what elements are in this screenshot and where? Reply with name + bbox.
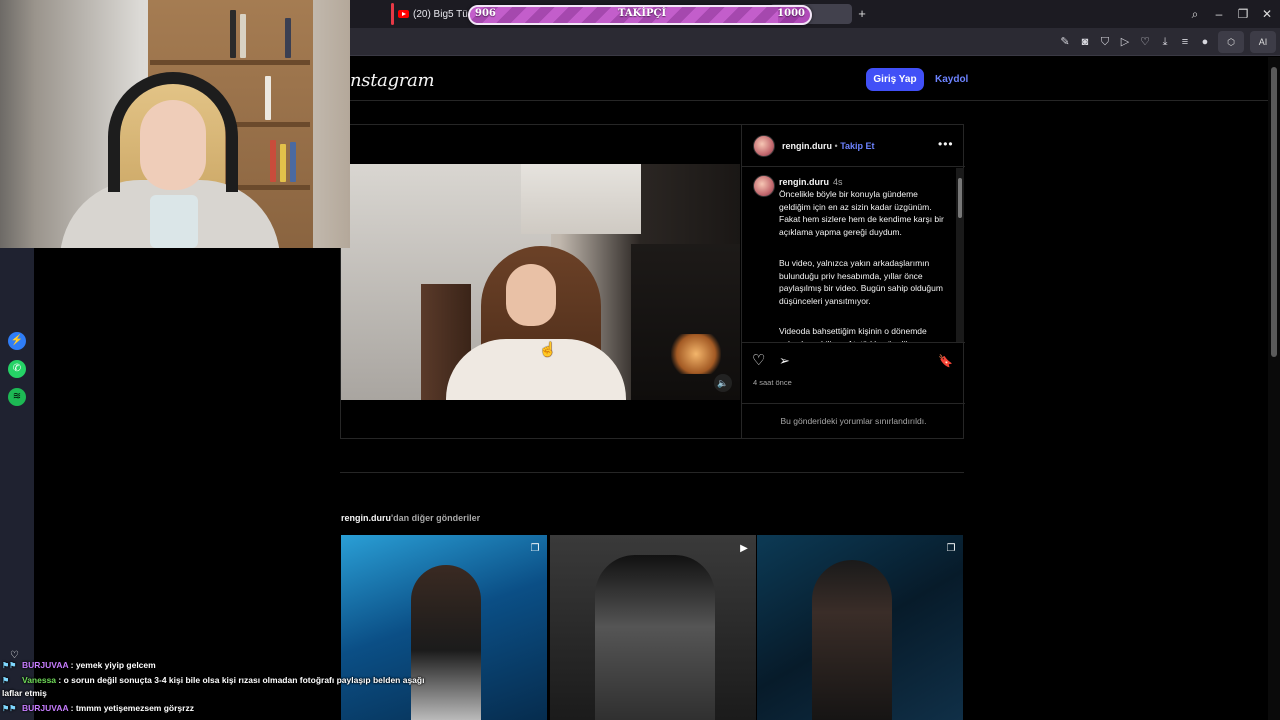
post-thumbnail[interactable]: ❐	[757, 535, 963, 720]
post-card: 🔈 ☝ rengin.duru • Takip Et ••• rengin.du…	[340, 124, 965, 439]
post-timestamp: 4 saat önce	[753, 378, 792, 387]
chat-text: : o sorun değil sonuçta 3-4 kişi bile ol…	[2, 675, 425, 698]
heart-icon[interactable]: ♡	[1138, 35, 1152, 49]
play-icon[interactable]: ▷	[1118, 35, 1132, 49]
ai-button[interactable]: AI	[1250, 31, 1276, 53]
download-icon[interactable]: ⤓	[1158, 35, 1172, 49]
thumbnail-figure	[812, 560, 892, 720]
post-video[interactable]: 🔈 ☝	[341, 125, 740, 438]
empty-panel	[34, 248, 340, 720]
follower-goal-target: 1000	[777, 8, 805, 19]
video-person-shirt	[446, 339, 626, 400]
caption-header: rengin.duru 4s	[779, 177, 843, 187]
more-posts-owner[interactable]: rengin.duru	[341, 513, 391, 523]
chat-badge-icon: ⚑⚑	[2, 704, 17, 713]
tab-accent-bar	[391, 3, 394, 25]
restore-button[interactable]: ❐	[1234, 5, 1252, 23]
chat-badge-icon: ⚑	[2, 676, 10, 685]
carousel-icon: ❐	[530, 543, 540, 554]
book	[270, 140, 276, 182]
chat-message: ⚑ Vanessa : o sorun değil sonuçta 3-4 kiş…	[2, 674, 442, 700]
chat-message: ⚑⚑ BURJUVAA : tmmm yetişemezsem görşrzz	[2, 700, 472, 717]
webcam-feed	[0, 0, 350, 248]
avatar[interactable]	[753, 135, 775, 157]
chat-text: : tmmm yetişemezsem görşrzz	[68, 703, 194, 713]
extensions-button[interactable]: ⬡	[1218, 31, 1244, 53]
chat-message: ⚑⚑ BURJUVAA : yemek yiyip gelcem	[2, 657, 472, 674]
caption-paragraph: Bu video, yalnızca yakın arkadaşlarımın …	[779, 258, 943, 306]
mute-button[interactable]: 🔈	[714, 374, 732, 392]
login-button[interactable]: Giriş Yap	[866, 68, 924, 91]
follower-goal-current: 906	[475, 8, 496, 19]
separator-dot: •	[834, 141, 838, 151]
carousel-icon: ❐	[946, 543, 956, 554]
post-thumbnail[interactable]: ▶	[550, 535, 756, 720]
book	[230, 10, 236, 58]
video-person-face	[506, 264, 556, 326]
caption-avatar[interactable]	[753, 175, 775, 197]
page-scrollbar[interactable]	[1268, 57, 1280, 720]
instagram-logo[interactable]: nstagram	[350, 70, 435, 91]
camera-icon[interactable]: ◙	[1078, 35, 1092, 49]
post-owner: rengin.duru • Takip Et	[782, 141, 875, 151]
book	[280, 144, 286, 182]
post-caption: rengin.duru 4s Öncelikle böyle bir konuyl…	[742, 168, 965, 343]
signup-link[interactable]: Kaydol	[935, 74, 968, 85]
book	[265, 76, 271, 120]
more-options-button[interactable]: •••	[938, 137, 954, 151]
minimize-button[interactable]: –	[1210, 5, 1228, 23]
chat-username: BURJUVAA	[22, 703, 69, 713]
book	[240, 14, 246, 58]
like-icon[interactable]: ♡	[752, 353, 765, 369]
spotify-icon[interactable]: ≋	[8, 388, 26, 406]
caption-paragraph: Videoda bahsettiğim kişinin o dönemde ya…	[779, 326, 927, 342]
drinking-glass	[150, 195, 198, 248]
caption-scroll-thumb[interactable]	[958, 178, 962, 218]
post-sidebar: rengin.duru • Takip Et ••• rengin.duru 4s…	[741, 125, 965, 438]
ai-label: AI	[1258, 37, 1268, 47]
shelf-board	[150, 60, 310, 65]
messenger-icon[interactable]: ⚡	[8, 332, 26, 350]
video-frame: 🔈 ☝	[341, 164, 740, 400]
chat-badge-icon: ⚑⚑	[2, 661, 17, 670]
reel-icon: ▶	[740, 543, 748, 554]
caption-time: 4s	[833, 177, 843, 187]
more-posts-title: rengin.duru'dan diğer gönderiler	[341, 513, 480, 523]
search-icon[interactable]: ⌕	[1186, 5, 1204, 23]
youtube-icon	[398, 10, 409, 18]
close-button[interactable]: ✕	[1258, 5, 1276, 23]
whatsapp-icon[interactable]: ✆	[8, 360, 26, 378]
stream-chat: ⚑⚑ BURJUVAA : yemek yiyip gelcem ⚑ Vanessa…	[2, 657, 472, 717]
caption-scrollbar[interactable]	[956, 168, 964, 342]
chat-text: : yemek yiyip gelcem	[68, 660, 156, 670]
share-icon[interactable]: ➢	[779, 353, 790, 369]
caption-username[interactable]: rengin.duru	[779, 177, 829, 187]
chat-username: Vanessa	[22, 675, 57, 685]
caption-paragraph: Öncelikle böyle bir konuyla gündeme geld…	[779, 189, 944, 237]
more-posts-suffix: 'dan diğer gönderiler	[391, 513, 481, 523]
section-divider	[340, 472, 964, 473]
shield-icon[interactable]: ⛉	[1098, 35, 1112, 49]
menu-icon[interactable]: ≡	[1178, 35, 1192, 49]
page-scroll-thumb[interactable]	[1271, 67, 1277, 357]
video-lamp	[671, 334, 721, 374]
owner-username[interactable]: rengin.duru	[782, 141, 832, 151]
follower-goal-bar: 906 TAKİPÇİ 1000	[468, 5, 812, 25]
headphones	[108, 72, 238, 192]
save-icon[interactable]: 🔖	[938, 353, 953, 369]
profile-icon[interactable]: ●	[1198, 35, 1212, 49]
follow-button[interactable]: Takip Et	[840, 141, 874, 151]
video-ceiling	[521, 164, 641, 234]
follower-goal-label: TAKİPÇİ	[618, 8, 667, 19]
comments-restricted-notice: Bu gönderideki yorumlar sınırlandırıldı.	[742, 403, 965, 438]
hand-cursor-icon: ☝	[539, 341, 557, 357]
new-tab-button[interactable]: +	[855, 7, 869, 21]
post-header: rengin.duru • Takip Et •••	[742, 125, 965, 167]
chat-username: BURJUVAA	[22, 660, 69, 670]
edit-icon[interactable]: ✎	[1058, 35, 1072, 49]
book	[290, 142, 296, 182]
book	[285, 18, 291, 58]
thumbnail-figure	[595, 555, 715, 720]
